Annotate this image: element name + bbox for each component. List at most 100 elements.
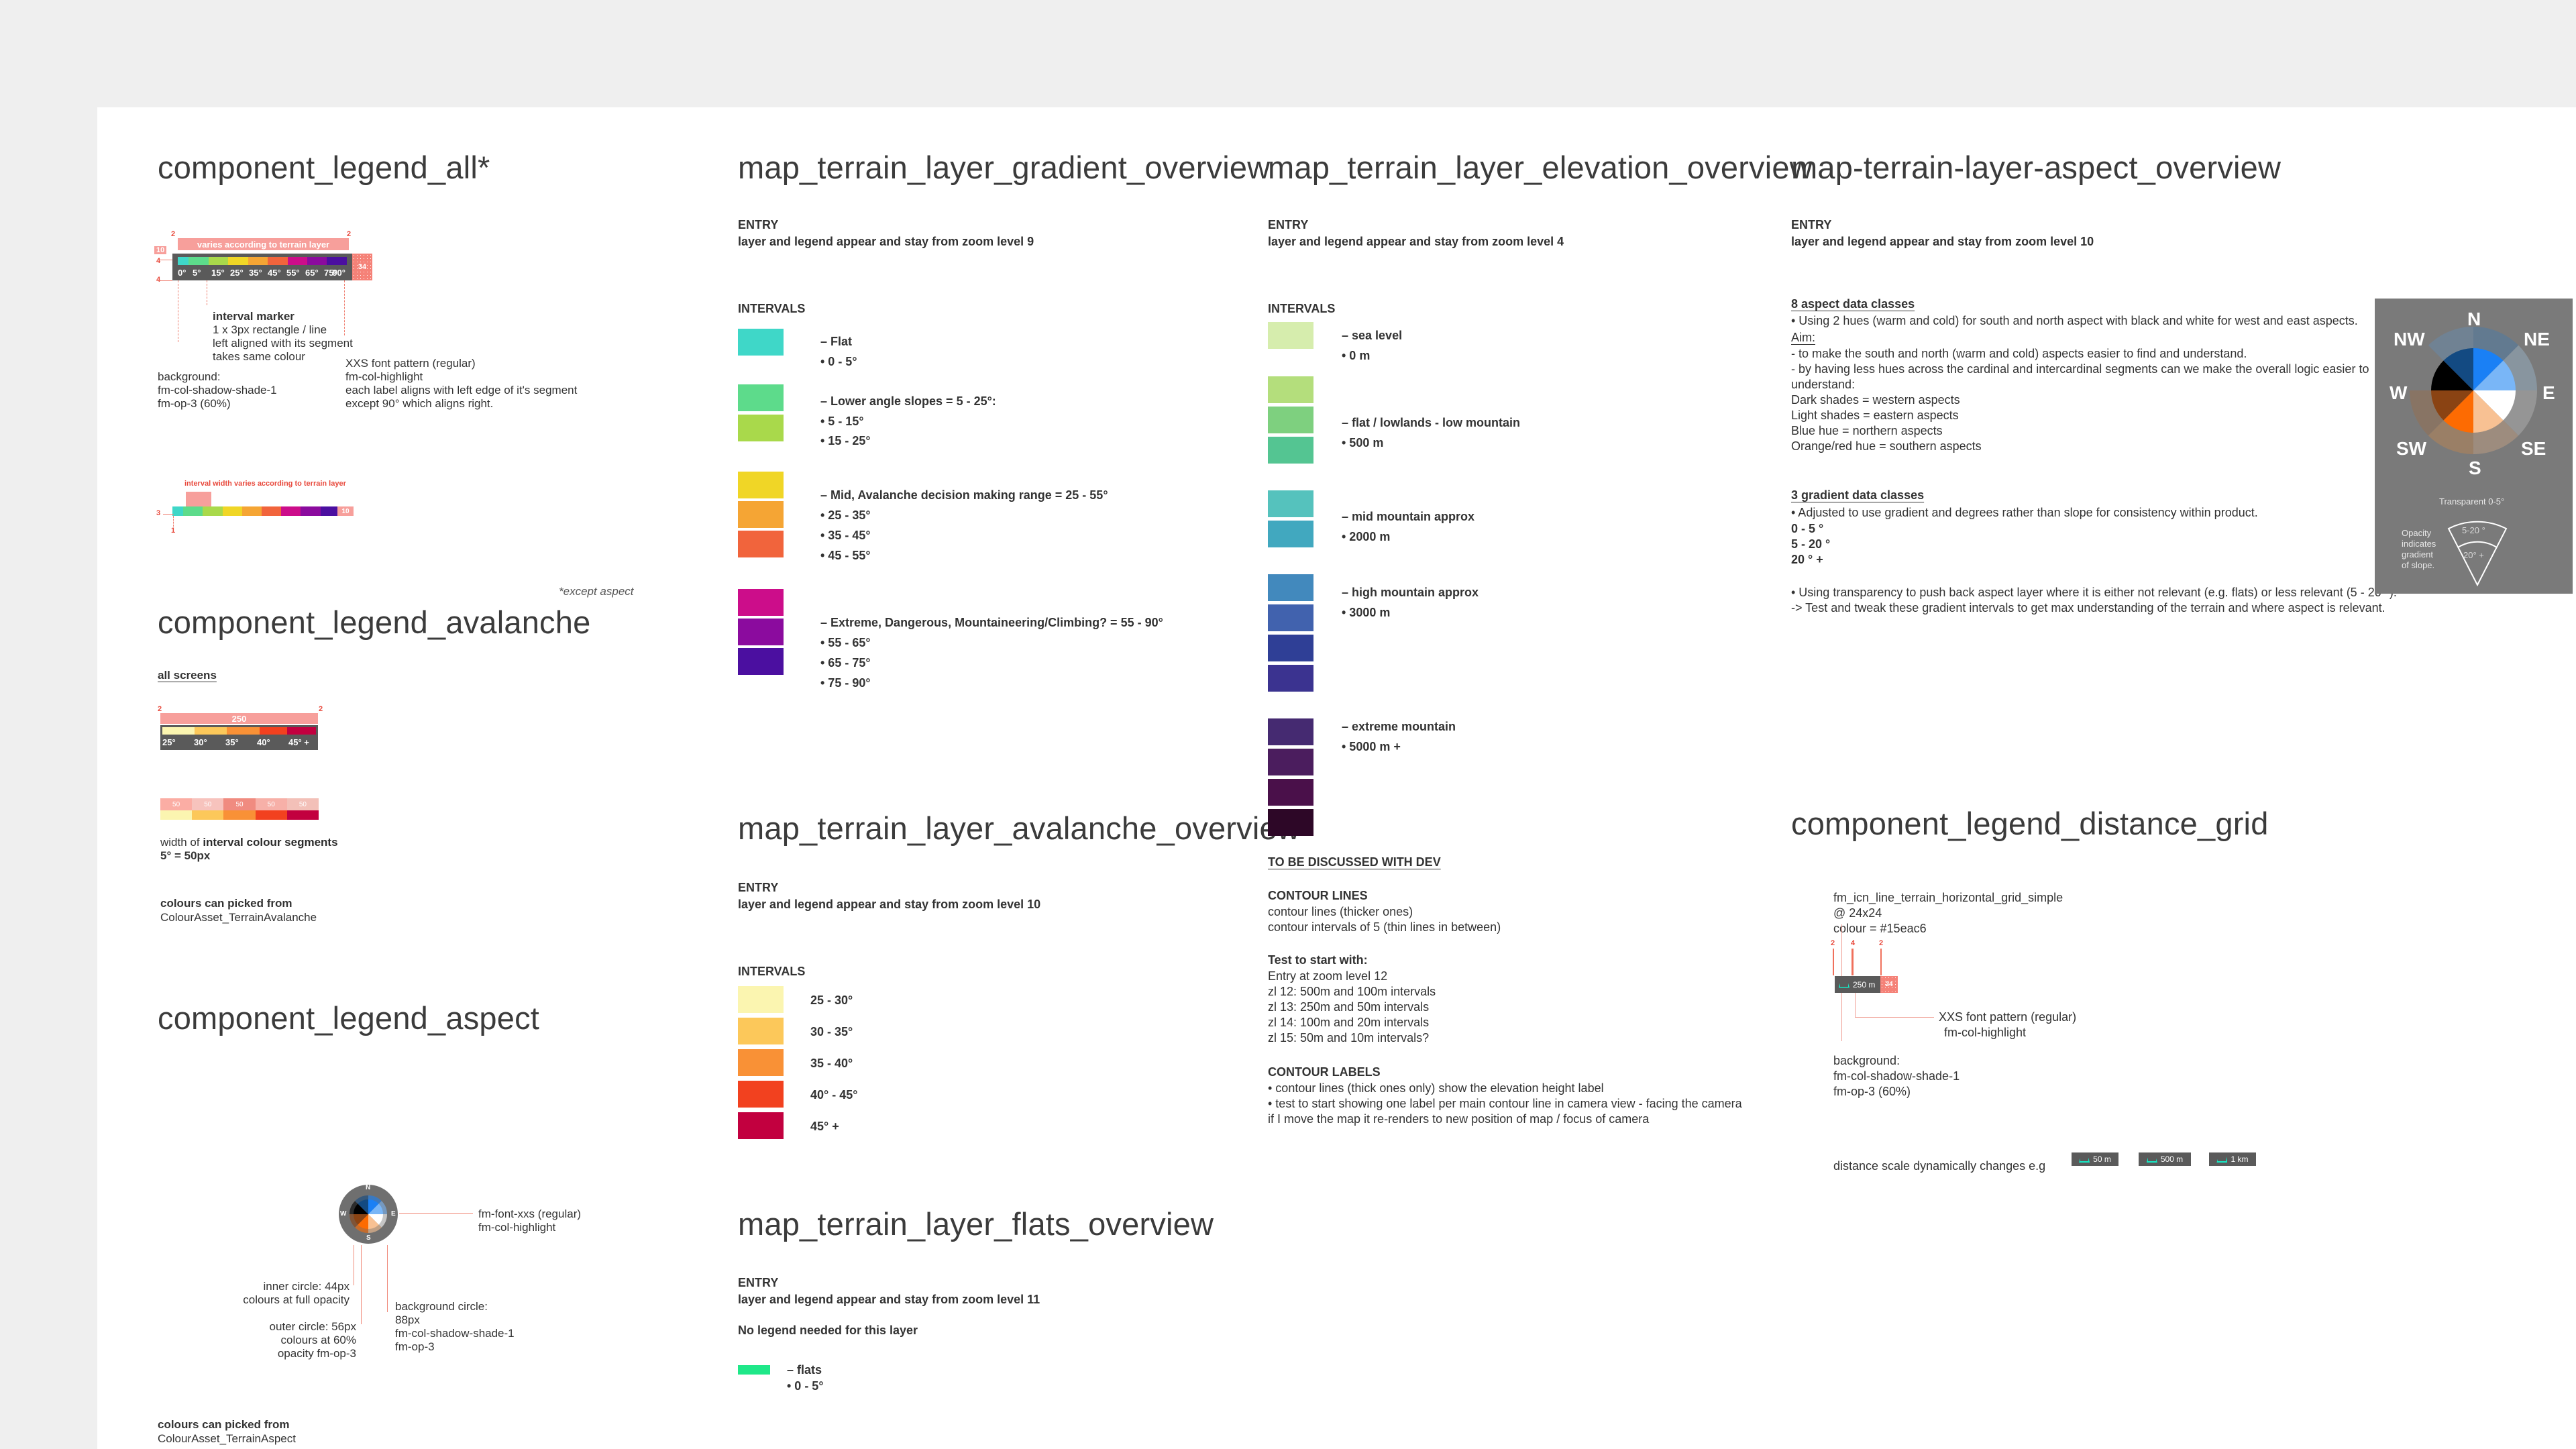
gradient-entry-text: layer and legend appear and stay from zo… (738, 233, 1034, 250)
contour-labels-line-3: if I move the map it re-renders to new p… (1268, 1110, 1649, 1128)
avalanche-entry-label: ENTRY (738, 879, 778, 896)
bar-colour-strip (178, 257, 347, 265)
gradient-group-item: • 75 - 90° (820, 674, 871, 692)
legend-avalanche-subtitle: all screens (158, 667, 217, 684)
aspect-entry-label: ENTRY (1791, 216, 1831, 233)
aspect-font-note-2: fm-col-highlight (478, 1220, 555, 1236)
avalanche-colour-strip (162, 727, 316, 735)
avalanche-intervals-label: INTERVALS (738, 963, 805, 980)
flats-swatch (738, 1365, 770, 1375)
page-title-distance-grid: component_legend_distance_grid (1791, 805, 2269, 842)
dim-left-low: 4 (156, 257, 160, 265)
chip-dim-box: 24 (1880, 976, 1898, 993)
aspect-label-s: S (366, 1234, 371, 1242)
gradient-group-item: • 25 - 35° (820, 506, 871, 524)
segment-width-label: 50 (287, 798, 319, 810)
avalanche-swatch-column (738, 986, 784, 1139)
aspect-compass-panel: N NE E SE S SW W NW Transparent 0-5° 5-2… (2375, 299, 2573, 594)
distance-chip-label: 50 m (2093, 1155, 2111, 1164)
aspect-aim-line-7: Orange/red hue = southern aspects (1791, 437, 1982, 455)
dim-left-bottom: 4 (156, 276, 160, 284)
compass-label-s: S (2469, 458, 2481, 479)
distance-chip-1km[interactable]: 1 km (2209, 1152, 2256, 1166)
contour-lines-line-2: contour intervals of 5 (thin lines in be… (1268, 918, 1501, 936)
chip-dim-mid: 4 (1851, 939, 1855, 947)
second-bar-dim-right: 10 (337, 506, 354, 516)
distance-font-note-2: fm-col-highlight (1944, 1024, 2026, 1041)
avalanche-row-label: 25 - 30° (810, 991, 853, 1009)
page-canvas: component_legend_all* 2 2 10 4 4 varies … (97, 107, 2576, 1449)
horizontal-grid-icon (2147, 1156, 2157, 1163)
segment-width-label: 50 (223, 798, 255, 810)
aspect-label-e: E (391, 1210, 396, 1218)
gradient-group-item: • 45 - 55° (820, 547, 871, 564)
aspect-leader-font (399, 1213, 473, 1214)
avalanche-bar-diagram: 2 2 250 25° 30° 35° 40° 45° + (158, 708, 359, 755)
elevation-group-heading: – extreme mountain (1342, 718, 1456, 735)
aspect-classes8-bullet: • Using 2 hues (warm and cold) for south… (1791, 312, 2358, 329)
distance-chip[interactable]: 250 m (1835, 976, 1882, 993)
distance-chip-500m[interactable]: 500 m (2139, 1152, 2191, 1166)
aspect-leader-outer (361, 1245, 362, 1324)
elevation-entry-label: ENTRY (1268, 216, 1308, 233)
elevation-intervals-label: INTERVALS (1268, 300, 1335, 317)
compass-label-e: E (2542, 382, 2555, 404)
gradient-group-heading: – Extreme, Dangerous, Mountaineering/Cli… (820, 614, 1163, 631)
avalanche-width-label: 250 (160, 713, 318, 724)
compass-label-nw: NW (2394, 329, 2425, 350)
elevation-group-item: • 2000 m (1342, 528, 1390, 545)
gradient-group-heading: – Lower angle slopes = 5 - 25°: (820, 392, 996, 410)
aspect-entry-text: layer and legend appear and stay from zo… (1791, 233, 2094, 250)
aspect-classes8-title: 8 aspect data classes (1791, 295, 1915, 313)
avalanche-row-label: 30 - 35° (810, 1023, 853, 1040)
aspect-closing-line-2: -> Test and tweak these gradient interva… (1791, 599, 2385, 616)
dev-title: TO BE DISCUSSED WITH DEV (1268, 853, 1441, 871)
gradient-group-item: • 55 - 65° (820, 634, 871, 651)
distance-chip-diagram: 2 4 2 250 m 24 (1833, 939, 1981, 1020)
elevation-swatch-column (1268, 322, 1313, 836)
compass-label-ne: NE (2524, 329, 2550, 350)
font-note-line-4: except 90° which aligns right. (345, 396, 493, 413)
opacity-note-4: of slope. (2402, 560, 2434, 570)
avalanche-entry-text: layer and legend appear and stay from zo… (738, 896, 1040, 913)
legend-all-footnote: *except aspect (559, 584, 634, 600)
interval-marker-line-3: takes same colour (213, 349, 305, 366)
segment-width-label: 50 (256, 798, 287, 810)
gradient-group-item: • 0 - 5° (820, 353, 857, 370)
legend-all-bar-diagram: 2 2 10 4 4 varies according to terrain l… (158, 231, 506, 332)
opacity-note-3: gradient (2402, 549, 2433, 559)
page-title-aspect-overview: map-terrain-layer-aspect_overview (1791, 149, 2281, 186)
distance-chip-label: 250 m (1853, 980, 1875, 989)
background-note-line-3: fm-op-3 (60%) (158, 396, 231, 413)
bar-tick-row: 0° 5° 15° 25° 35° 45° 55° 65° 75° 90° (178, 265, 347, 280)
chip-dim-right: 2 (1879, 939, 1883, 947)
page-title-legend-avalanche: component_legend_avalanche (158, 604, 590, 641)
horizontal-grid-icon (1839, 981, 1849, 988)
aspect-classes3-item: 20 ° + (1791, 551, 1823, 568)
page-title-legend-all: component_legend_all* (158, 149, 490, 186)
contour-lines-label: CONTOUR LINES (1268, 887, 1368, 904)
distance-icon-note-3: colour = #15eac6 (1833, 920, 1927, 937)
aspect-classes3-bullet: • Adjusted to use gradient and degrees r… (1791, 504, 2258, 521)
gradient-group-item: • 5 - 15° (820, 413, 864, 430)
page-title-elevation-overview: map_terrain_layer_elevation_overview (1268, 149, 1813, 186)
dim-left-mid: 10 (154, 246, 166, 254)
wedge-caption-mid: 5-20 ° (2462, 525, 2485, 535)
distance-scale-note: distance scale dynamically changes e.g (1833, 1157, 2045, 1175)
page-title-legend-aspect: component_legend_aspect (158, 1000, 539, 1036)
aspect-inner-note-2: colours at full opacity (229, 1292, 350, 1309)
avalanche-note-prefix: width of (160, 836, 203, 849)
distance-chip-50m[interactable]: 50 m (2072, 1152, 2118, 1166)
compass-label-sw: SW (2396, 438, 2426, 460)
gradient-group-heading: – Mid, Avalanche decision making range =… (820, 486, 1108, 504)
distance-bg-note-3: fm-op-3 (60%) (1833, 1083, 1911, 1100)
chip-dim-left: 2 (1831, 939, 1835, 947)
flats-heading: – flats (787, 1361, 822, 1379)
elevation-group-heading: – mid mountain approx (1342, 508, 1474, 525)
aspect-bg-note-4: fm-op-3 (395, 1339, 435, 1356)
elevation-group-item: • 3000 m (1342, 604, 1390, 621)
gradient-wedge-legend (2440, 510, 2514, 587)
horizontal-grid-icon (2079, 1156, 2090, 1163)
gradient-intervals-label: INTERVALS (738, 300, 805, 317)
gradient-group-item: • 15 - 25° (820, 432, 871, 449)
